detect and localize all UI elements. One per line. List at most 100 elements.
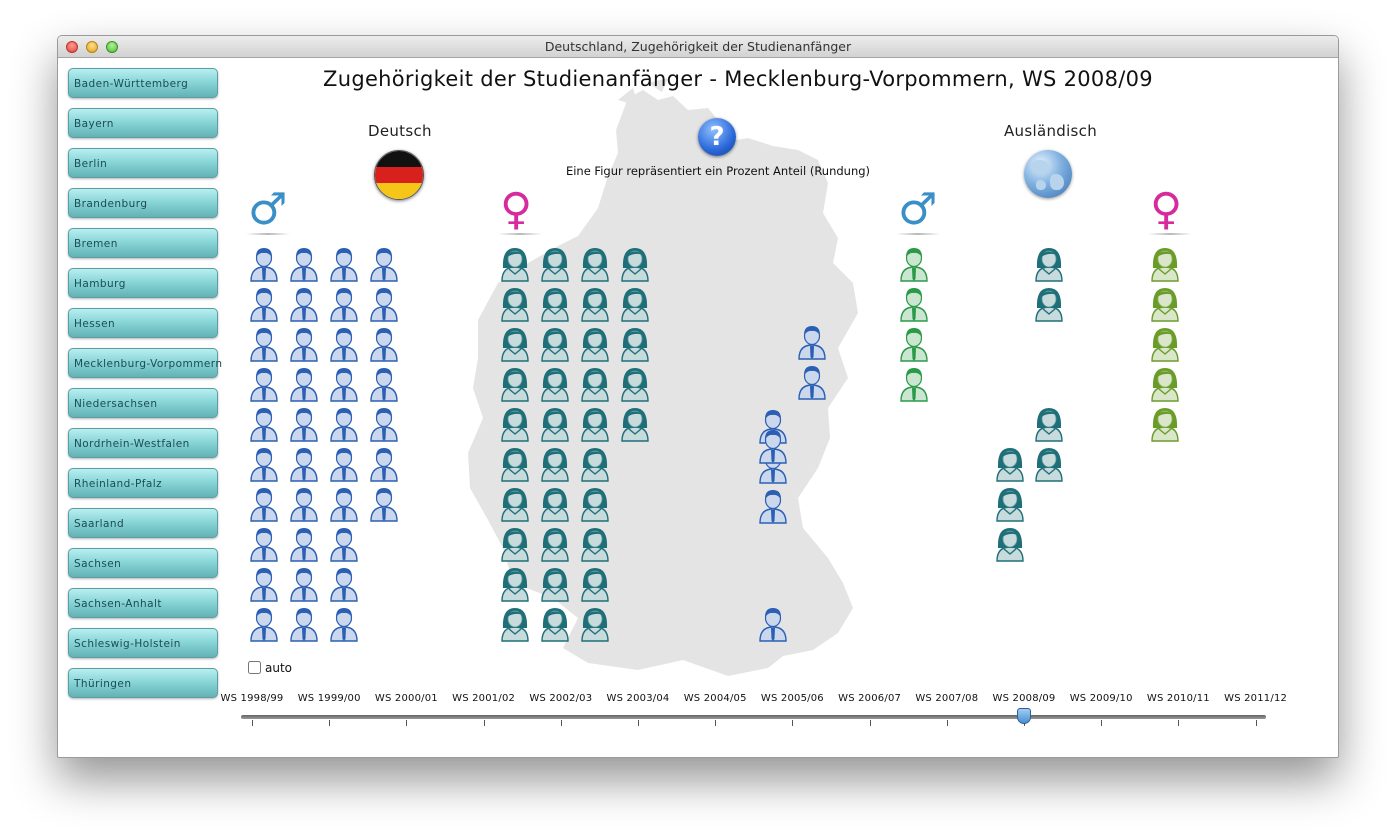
main-content: Baden-Württemberg Bayern Berlin Brandenb… (58, 58, 1338, 757)
state-button-hessen[interactable]: Hessen (68, 308, 218, 338)
figure-foreign-extra (994, 486, 1026, 522)
timeline-tick (638, 720, 639, 726)
figure-foreign-male (898, 366, 930, 402)
figure-german-male (248, 366, 280, 402)
state-button-schleswig-holstein[interactable]: Schleswig-Holstein (68, 628, 218, 658)
male-symbol-icon: ♂ (248, 184, 288, 235)
timeline-label[interactable]: WS 1999/00 (298, 693, 361, 704)
state-button-mecklenburg-vorpommern[interactable]: Mecklenburg-Vorpommern (68, 348, 222, 378)
figure-german-female (499, 326, 531, 362)
figure-german-female (539, 366, 571, 402)
timeline-tick (252, 720, 253, 726)
figure-german-male (288, 486, 320, 522)
figure-german-male (248, 246, 280, 282)
timeline-label[interactable]: WS 2005/06 (761, 693, 824, 704)
female-symbol-icon: ♀ (1150, 184, 1183, 235)
figure-german-female (579, 246, 611, 282)
question-icon[interactable]: ? (698, 118, 736, 156)
legend-note: Eine Figur repräsentiert ein Prozent Ant… (565, 164, 871, 178)
auto-toggle[interactable]: auto (248, 661, 292, 675)
timeline-tick (946, 720, 948, 726)
timeline-tick (869, 720, 871, 726)
figure-german-female (579, 526, 611, 562)
timeline-label[interactable]: WS 2004/05 (684, 693, 747, 704)
figure-german-female (619, 406, 651, 442)
state-button-bayern[interactable]: Bayern (68, 108, 218, 138)
state-button-sachsen-anhalt[interactable]: Sachsen-Anhalt (68, 588, 218, 618)
timeline-label[interactable]: WS 2009/10 (1070, 693, 1133, 704)
figure-german-male (288, 246, 320, 282)
figure-foreign-extra (1033, 286, 1065, 322)
figure-german-female (499, 526, 531, 562)
figure-german-male (368, 246, 400, 282)
figure-german-male (288, 286, 320, 322)
timeline-label[interactable]: WS 2003/04 (607, 693, 670, 704)
app-window: Deutschland, Zugehörigkeit der Studienan… (57, 35, 1339, 758)
timeline-label[interactable]: WS 2010/11 (1147, 693, 1210, 704)
figure-german-male (328, 486, 360, 522)
figure-german-female (499, 286, 531, 322)
figure-german-male (368, 366, 400, 402)
figure-german-female (619, 326, 651, 362)
figure-german-female (539, 526, 571, 562)
figure-german-female (499, 566, 531, 602)
figure-german-female (539, 446, 571, 482)
timeline-tick (715, 720, 717, 726)
figure-foreign-male (898, 246, 930, 282)
state-button-thueringen[interactable]: Thüringen (68, 668, 218, 698)
figure-german-female (499, 366, 531, 402)
timeline-track[interactable] (241, 715, 1266, 719)
figure-german-male (248, 326, 280, 362)
figure-foreign-extra (994, 526, 1026, 562)
timeline-label[interactable]: WS 2007/08 (915, 693, 978, 704)
figure-german-male (288, 566, 320, 602)
figure-german-male (288, 606, 320, 642)
figure-german-male (328, 366, 360, 402)
state-button-baden-wuerttemberg[interactable]: Baden-Württemberg (68, 68, 218, 98)
state-button-sachsen[interactable]: Sachsen (68, 548, 218, 578)
state-button-bremen[interactable]: Bremen (68, 228, 218, 258)
timeline-tick (560, 720, 562, 726)
timeline-label[interactable]: WS 2011/12 (1224, 693, 1287, 704)
state-button-saarland[interactable]: Saarland (68, 508, 218, 538)
figure-german-female (539, 286, 571, 322)
symbol-shelf (896, 233, 940, 235)
figure-german-male (248, 406, 280, 442)
figure-german-male (288, 406, 320, 442)
figure-german-male-extra (757, 488, 789, 524)
figure-german-female (539, 326, 571, 362)
figure-german-female (619, 246, 651, 282)
figure-german-female (579, 326, 611, 362)
timeline-label[interactable]: WS 2000/01 (375, 693, 438, 704)
figure-german-male (328, 526, 360, 562)
state-button-rheinland-pfalz[interactable]: Rheinland-Pfalz (68, 468, 218, 498)
timeline-label[interactable]: WS 1998/99 (221, 693, 284, 704)
figure-german-female (499, 406, 531, 442)
symbol-shelf (498, 233, 542, 235)
figure-foreign-female (1149, 246, 1181, 282)
figure-german-male (368, 446, 400, 482)
figure-german-female (579, 606, 611, 642)
figure-german-male (328, 286, 360, 322)
timeline-label[interactable]: WS 2001/02 (452, 693, 515, 704)
figure-german-female (499, 246, 531, 282)
timeline-label[interactable]: WS 2006/07 (838, 693, 901, 704)
figure-german-female (499, 486, 531, 522)
timeline-label[interactable]: WS 2008/09 (993, 693, 1056, 704)
figure-german-male (328, 566, 360, 602)
figure-german-female (579, 366, 611, 402)
state-button-niedersachsen[interactable]: Niedersachsen (68, 388, 218, 418)
state-button-berlin[interactable]: Berlin (68, 148, 218, 178)
figure-german-female (619, 366, 651, 402)
state-button-brandenburg[interactable]: Brandenburg (68, 188, 218, 218)
state-button-nordrhein-westfalen[interactable]: Nordrhein-Westfalen (68, 428, 218, 458)
figure-german-male (368, 406, 400, 442)
timeline-tick (1255, 720, 1257, 726)
timeline-thumb[interactable] (1017, 708, 1031, 724)
auto-checkbox[interactable] (248, 661, 261, 674)
figure-german-male-extra (757, 428, 789, 464)
timeline-tick (483, 720, 485, 726)
state-button-hamburg[interactable]: Hamburg (68, 268, 218, 298)
figure-foreign-female (1149, 366, 1181, 402)
timeline-label[interactable]: WS 2002/03 (529, 693, 592, 704)
